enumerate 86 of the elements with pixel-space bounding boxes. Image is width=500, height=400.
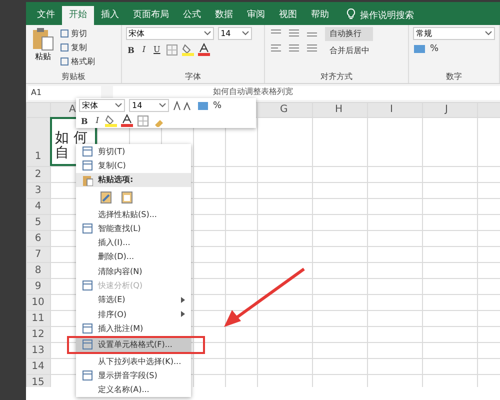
- submenu-arrow-icon: [181, 311, 185, 318]
- ribbon-tab[interactable]: 文件: [30, 6, 62, 25]
- clipboard-command[interactable]: 剪切: [71, 27, 87, 40]
- group-title: 数字: [445, 71, 463, 83]
- ribbon-tab[interactable]: 审阅: [240, 6, 272, 25]
- row-header[interactable]: 9: [26, 280, 50, 293]
- font-name-dropdown[interactable]: 宋体: [126, 27, 214, 40]
- table-icon: [82, 339, 92, 350]
- ribbon-tab[interactable]: 公式: [176, 6, 208, 25]
- row-header[interactable]: 8: [26, 264, 50, 277]
- border-icon: [166, 44, 178, 56]
- row-header[interactable]: 2: [26, 168, 50, 181]
- row-header[interactable]: 14: [26, 360, 50, 373]
- menu-item[interactable]: 删除(D)...: [76, 250, 191, 264]
- format-button[interactable]: B: [79, 114, 90, 127]
- font-color-icon: [120, 114, 133, 127]
- format-button[interactable]: B: [126, 43, 136, 56]
- column-header[interactable]: H: [335, 103, 343, 116]
- row-header[interactable]: 11: [26, 312, 50, 325]
- wrap-text-button[interactable]: 自动换行: [325, 27, 374, 41]
- menu-item[interactable]: 定义名称(A)...: [76, 382, 191, 397]
- menu-item[interactable]: 设置单元格格式(F)...: [76, 338, 191, 352]
- menu-item[interactable]: 智能查找(L): [76, 221, 191, 236]
- format-button[interactable]: I: [140, 43, 148, 56]
- group-title: 对齐方式: [320, 71, 354, 83]
- paste-option-icon[interactable]: [100, 190, 113, 204]
- menu-item[interactable]: 显示拼音字段(S): [76, 368, 191, 382]
- column-header[interactable]: G: [280, 103, 288, 116]
- lightbulb-icon: [346, 8, 356, 20]
- group-title: 剪贴板: [60, 71, 86, 83]
- ribbon-tab[interactable]: 插入: [94, 6, 126, 25]
- font-color-icon: [198, 43, 210, 56]
- menu-item[interactable]: 排序(O): [76, 306, 191, 322]
- row-header[interactable]: 6: [26, 232, 50, 245]
- font-size-icon: [173, 100, 193, 110]
- menu-section-header: 粘贴选项:: [76, 172, 191, 187]
- menu-item[interactable]: 插入(I)...: [76, 235, 191, 250]
- menu-item[interactable]: 选择性粘贴(S)...: [76, 206, 191, 222]
- row-header[interactable]: 5: [26, 216, 50, 229]
- menu-item[interactable]: 插入批注(M): [76, 321, 191, 336]
- chevron-down-icon: [115, 103, 122, 108]
- menu-item[interactable]: 筛选(E): [76, 292, 191, 307]
- row-header[interactable]: 15: [26, 376, 50, 389]
- search-field[interactable]: 操作说明搜索: [360, 6, 440, 25]
- merge-center-button[interactable]: 合并后居中: [325, 44, 374, 58]
- ribbon-tab[interactable]: 页面布局: [126, 6, 176, 25]
- chevron-down-icon: [204, 31, 211, 36]
- percent-button[interactable]: %: [213, 100, 222, 110]
- number-format-dropdown[interactable]: 常规: [413, 27, 495, 40]
- column-header[interactable]: I: [390, 103, 393, 116]
- name-box[interactable]: A1: [28, 86, 101, 100]
- clipboard-icon: [82, 174, 92, 186]
- format-button[interactable]: U: [152, 43, 162, 56]
- chevron-down-icon: [159, 103, 166, 108]
- column-header[interactable]: J: [445, 103, 448, 116]
- row-header[interactable]: 1: [26, 150, 50, 163]
- menu-item[interactable]: 从下拉列表中选择(K)...: [76, 354, 191, 368]
- ribbon-tab[interactable]: 开始: [62, 6, 94, 25]
- clipboard-command[interactable]: 格式刷: [71, 55, 95, 68]
- clipboard-command[interactable]: 复制: [71, 41, 87, 54]
- formula-field[interactable]: 如何自动调整表格列宽: [113, 86, 500, 100]
- row-header[interactable]: 4: [26, 200, 50, 213]
- group-title: 字体: [184, 71, 202, 83]
- font-size-dropdown[interactable]: 14: [129, 99, 169, 112]
- row-header[interactable]: 13: [26, 344, 50, 357]
- percent-button[interactable]: %: [430, 44, 439, 54]
- fill-color-icon: [182, 43, 194, 56]
- chevron-down-icon: [485, 31, 492, 36]
- font-name-dropdown[interactable]: 宋体: [79, 99, 125, 112]
- submenu-arrow-icon: [181, 296, 185, 303]
- row-header[interactable]: 10: [26, 296, 50, 309]
- row-header[interactable]: 3: [26, 184, 50, 197]
- ribbon-tab[interactable]: 视图: [272, 6, 304, 25]
- ribbon-tab[interactable]: 数据: [208, 6, 240, 25]
- fill-color-icon: [104, 114, 117, 127]
- style-icon: [197, 100, 209, 110]
- menu-item[interactable]: 清除内容(N): [76, 264, 191, 278]
- paste-button[interactable]: 粘贴: [30, 27, 56, 71]
- column-header[interactable]: A: [69, 103, 76, 116]
- chevron-down-icon: [242, 31, 249, 36]
- font-size-dropdown[interactable]: 14: [218, 27, 252, 40]
- row-header[interactable]: 12: [26, 328, 50, 341]
- row-header[interactable]: 7: [26, 248, 50, 261]
- border-icon: [136, 114, 149, 126]
- ribbon-tab[interactable]: 帮助: [304, 6, 336, 25]
- paste-option-icon[interactable]: [121, 190, 134, 204]
